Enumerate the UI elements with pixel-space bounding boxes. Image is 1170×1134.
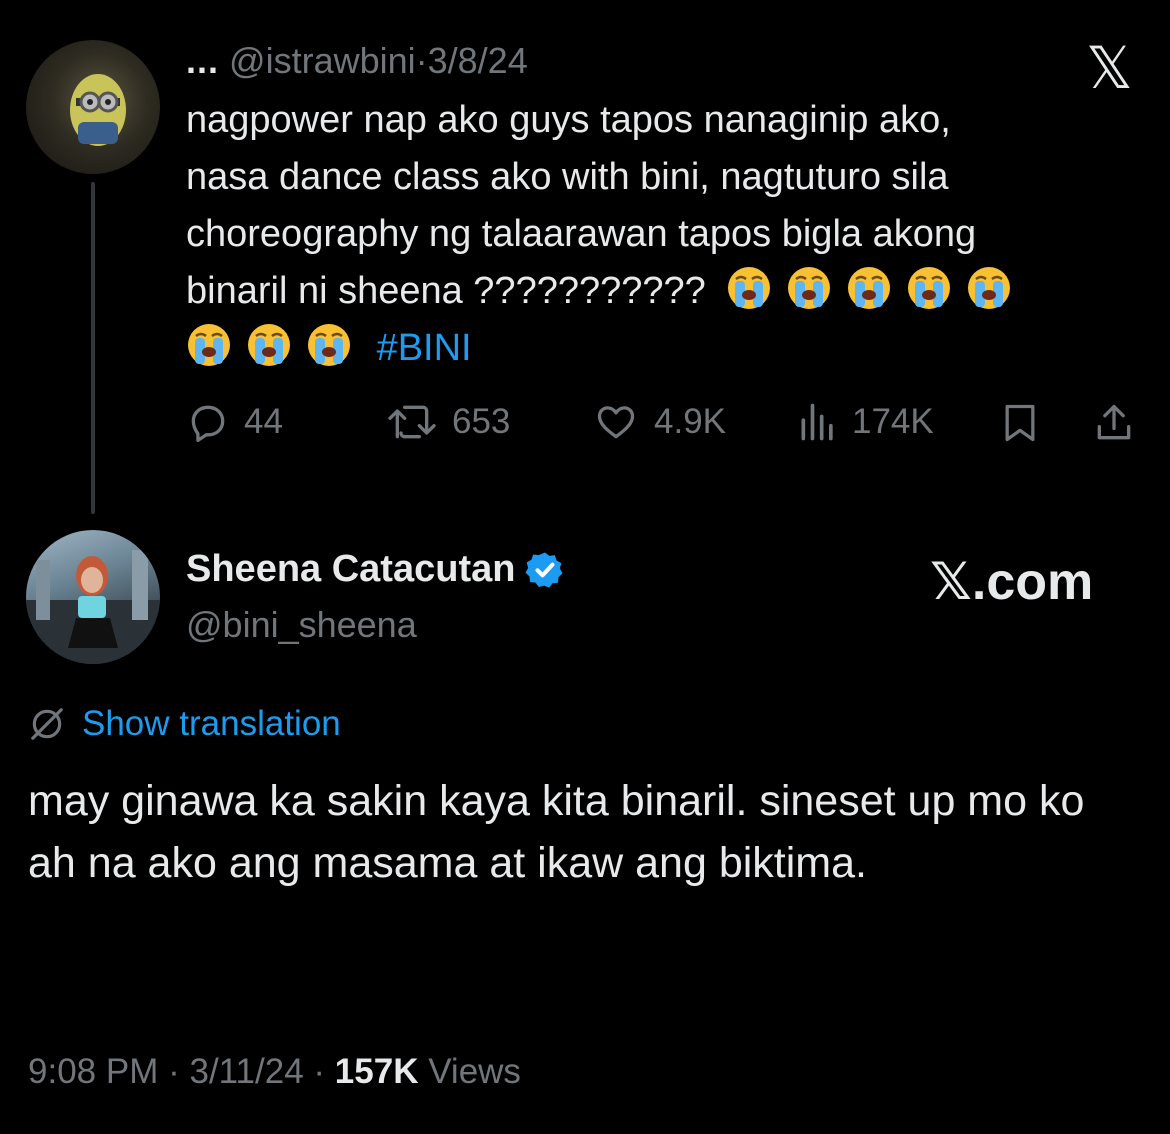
- parent-tweet-text: nagpower nap ako guys tapos nanaginip ak…: [186, 92, 1146, 377]
- reply-author[interactable]: Sheena Catacutan: [186, 548, 565, 591]
- bookmark-button[interactable]: [998, 400, 1042, 446]
- loudly-crying-face-icon: [728, 267, 771, 309]
- loudly-crying-face-icon: [788, 267, 831, 309]
- show-translation-label[interactable]: Show translation: [82, 704, 341, 744]
- thread-connector-line: [91, 182, 95, 514]
- show-translation-button[interactable]: Show translation: [28, 704, 341, 744]
- parent-handle[interactable]: @istrawbini: [229, 40, 416, 81]
- parent-text-line: nasa dance class ako with bini, nagtutur…: [186, 156, 949, 198]
- xcom-logo: 𝕏.com: [930, 553, 1094, 611]
- reply-count: 44: [244, 402, 283, 441]
- reply-views-count: 157K: [334, 1052, 419, 1091]
- reply-display-name[interactable]: Sheena Catacutan: [186, 548, 515, 591]
- translate-globe-icon: [31, 708, 63, 740]
- parent-text-line-5: #BINI: [186, 320, 1146, 377]
- reply-icon: [191, 405, 225, 442]
- footer-separator: ·: [313, 1052, 326, 1091]
- reply-tweet-text: may ginawa ka sakin kaya kita binaril. s…: [28, 777, 1085, 887]
- reply-button[interactable]: 44: [186, 400, 283, 444]
- avatar-bini-sheena[interactable]: [26, 530, 160, 664]
- parent-text-line: binaril ni sheena ???????????: [186, 270, 706, 312]
- loudly-crying-face-icon: [308, 324, 350, 366]
- meta-separator: ·: [415, 40, 428, 81]
- share-button[interactable]: [1092, 400, 1136, 446]
- reply-footer: 9:08 PM · 3/11/24 · 157K Views: [28, 1052, 521, 1092]
- reply-date[interactable]: 3/11/24: [189, 1052, 303, 1091]
- loudly-crying-face-icon: [968, 267, 1011, 309]
- verified-badge-icon: [525, 552, 563, 588]
- like-count: 4.9K: [654, 402, 726, 441]
- views-button[interactable]: 174K: [798, 400, 934, 444]
- repost-count: 653: [452, 402, 511, 441]
- reply-time[interactable]: 9:08 PM: [28, 1052, 158, 1091]
- parent-action-bar: 44 653 4.9K 174K: [186, 400, 1146, 456]
- repost-button[interactable]: 653: [386, 400, 510, 444]
- hashtag-link[interactable]: #BINI: [377, 327, 472, 369]
- parent-date[interactable]: 3/8/24: [428, 40, 528, 81]
- bookmark-icon: [1005, 404, 1035, 442]
- like-icon: [597, 406, 635, 439]
- reply-views-label: Views: [428, 1052, 521, 1091]
- loudly-crying-face-icon: [848, 267, 891, 309]
- avatar-istrawbini[interactable]: [26, 40, 160, 174]
- share-icon: [1097, 404, 1131, 440]
- parent-text-line: choreography ng talaarawan tapos bigla a…: [186, 213, 977, 255]
- loudly-crying-face-icon: [248, 324, 290, 366]
- views-count: 174K: [852, 402, 934, 441]
- views-icon: [801, 403, 833, 441]
- repost-icon: [388, 405, 436, 439]
- like-button[interactable]: 4.9K: [592, 400, 726, 444]
- parent-text-line: nagpower nap ako guys tapos nanaginip ak…: [186, 99, 951, 141]
- parent-display-name[interactable]: ...: [186, 40, 219, 81]
- loudly-crying-face-icon: [908, 267, 951, 309]
- reply-handle[interactable]: @bini_sheena: [186, 604, 417, 646]
- loudly-crying-face-icon: [188, 324, 230, 366]
- parent-tweet-meta: ... @istrawbini·3/8/24: [186, 40, 528, 82]
- footer-separator: ·: [168, 1052, 180, 1091]
- parent-text-line-4: binaril ni sheena ???????????: [186, 263, 1146, 320]
